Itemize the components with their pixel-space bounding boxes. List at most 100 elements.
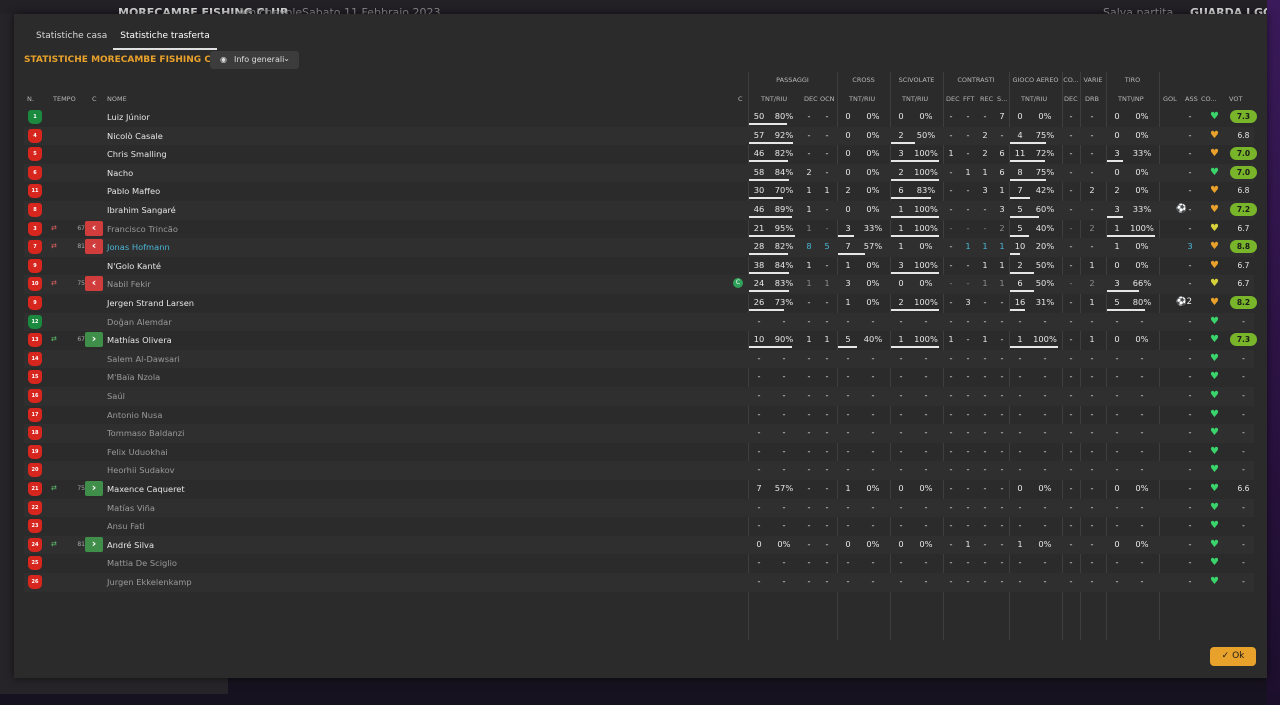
col-ocn[interactable]: OCN — [820, 95, 835, 103]
table-row[interactable]: 4 Nicolò Casale 57 92% - - 0 0% 2 50% - - 2 - 4 75% - - 0 0… — [24, 126, 1254, 146]
player-name[interactable]: Maxence Caqueret — [107, 484, 185, 494]
table-row[interactable]: 6 Nacho 58 84% 2-0 0% 2 100% -1 1 6 8 75% - -0 0% - ♥ 7.0 — [24, 163, 1257, 183]
cross-pct: 0% — [866, 538, 880, 549]
col-pass[interactable]: TNT/RIU — [761, 95, 787, 103]
table-row[interactable]: 15 M'Baïa Nzola - - - - - - - - - - - - - - - - - - - ♥ - — [24, 368, 1254, 387]
player-name[interactable]: M'Baïa Nzola — [107, 372, 160, 382]
col-c2[interactable]: C — [738, 95, 743, 103]
col-tempo[interactable]: TEMPO — [53, 95, 76, 103]
player-name[interactable]: André Silva — [107, 540, 154, 550]
player-name[interactable]: Heorhii Sudakov — [107, 465, 175, 475]
ocn: - — [825, 390, 829, 400]
rating-badge: - — [1242, 428, 1245, 438]
tab-home-stats[interactable]: Statistiche casa — [36, 22, 107, 50]
table-row[interactable]: 3 ⇄ 67 ‹ Francisco Trincão 21 95% 1-3 33% 1 100% - -… — [24, 220, 1254, 239]
table-row[interactable]: 13 ⇄ 67 › Mathías Olivera 10 90% 1 1 5 40% 1 100% 1-1… — [24, 331, 1257, 350]
player-name[interactable]: Pablo Maffeo — [107, 186, 160, 196]
heart-icon: ♥ — [1210, 501, 1219, 513]
pass-bar — [749, 271, 790, 274]
col-ass[interactable]: ASS — [1185, 95, 1198, 103]
player-name[interactable]: Saúl — [107, 391, 125, 401]
col-nome[interactable]: NOME — [107, 95, 127, 103]
table-row[interactable]: 20 Heorhii Sudakov - - - - - - - - - - - - - - - - - - - ♥ - — [24, 461, 1254, 480]
player-name[interactable]: Jergen Strand Larsen — [107, 298, 194, 308]
table-row[interactable]: 16 Saúl - - - - - - - - - - - - - - - - - - - ♥ - — [24, 387, 1254, 406]
tiro-pct: 0% — [1135, 129, 1149, 140]
sciv-pct: - — [924, 371, 928, 382]
player-name[interactable]: Jurgen Ekkelenkamp — [107, 577, 192, 587]
col-aereo[interactable]: TNT/RIU — [1021, 95, 1047, 103]
col-fft[interactable]: FFT — [963, 95, 974, 103]
player-name[interactable]: Chris Smalling — [107, 149, 167, 159]
col-gol[interactable]: GOL — [1163, 95, 1177, 103]
table-row[interactable]: 24 ⇄ 81 › André Silva 0 0% - - 0 0% 0 0% - 1 - - 1 0% - - 0 0%… — [24, 535, 1254, 555]
player-name[interactable]: Antonio Nusa — [107, 410, 162, 420]
player-name[interactable]: Tommaso Baldanzi — [107, 428, 184, 438]
player-name[interactable]: Matías Viña — [107, 503, 155, 513]
tiro-tnt: - — [1115, 520, 1119, 531]
table-row[interactable]: 23 Ansu Fati - - - - - - - - - - - - - - - - - - - ♥ - — [24, 517, 1254, 536]
ocn: 5 — [824, 241, 830, 252]
player-name[interactable]: Ibrahim Sangaré — [107, 205, 176, 215]
col-rec[interactable]: REC — [980, 95, 993, 103]
player-name[interactable]: Doğan Alemdar — [107, 317, 172, 327]
col-cdec[interactable]: DEC — [946, 95, 960, 103]
table-row[interactable]: 8 Ibrahim Sangaré 46 89% 1 - 0 0% 1 100% - - - 3 5 60% -… — [24, 201, 1257, 220]
table-row[interactable]: 25 Mattia De Sciglio - - - - - - - - - - - - - - - - - - - ♥ - — [24, 554, 1254, 573]
col-n[interactable]: N. — [27, 95, 34, 103]
fft: - — [966, 278, 970, 289]
shirt-number: 3 — [28, 221, 42, 236]
pass-bar — [749, 216, 792, 218]
cross-tnt: - — [846, 445, 850, 456]
view-dropdown[interactable]: ◉ Info generali ⌄ — [210, 51, 299, 69]
assists: - — [1188, 129, 1192, 140]
codec: - — [1069, 390, 1073, 400]
ass: - — [1188, 371, 1192, 382]
player-name[interactable]: Salem Al-Dawsari — [107, 354, 180, 364]
table-row[interactable]: 7 ⇄ 81 ‹ Jonas Hofmann 28 82% 8 5 7 57% 1 0% -1 1 1 10 20… — [24, 238, 1257, 257]
player-name[interactable]: Nacho — [107, 168, 133, 178]
pass-tnt: 10 — [753, 334, 765, 345]
col-tiro[interactable]: TNT\INP — [1118, 95, 1144, 103]
player-name[interactable]: Nicolò Casale — [107, 131, 163, 141]
player-name[interactable]: Francisco Trincão — [107, 224, 178, 234]
drb: - — [1090, 166, 1094, 177]
sciv-pct: - — [924, 464, 928, 475]
col-vot[interactable]: VOT — [1229, 95, 1242, 103]
col-pdec[interactable]: DEC — [804, 95, 818, 103]
table-row[interactable]: 12 Doğan Alemdar - - - - - - - - - - - - - - - - - - - ♥ - — [24, 312, 1254, 332]
table-row[interactable]: 18 Tommaso Baldanzi - - - - - - - - - - - - - - - - - - - ♥ - — [24, 424, 1254, 443]
ok-button[interactable]: ✓ Ok — [1210, 647, 1256, 666]
table-row[interactable]: 9 Jergen Strand Larsen 26 73% - - 1 0% 2 100% - 3 - -… — [24, 294, 1257, 313]
col-c[interactable]: C — [92, 95, 97, 103]
table-row[interactable]: 11 Pablo Maffeo 30 70% 1 1 2 0% 6 83% - -3 1 7 42% -2 2 0… — [24, 182, 1254, 201]
table-row[interactable]: 22 Matías Viña - - - - - - - - - - - - - - - - - - - ♥ - — [24, 498, 1254, 518]
player-name[interactable]: Mattia De Sciglio — [107, 558, 177, 568]
table-row[interactable]: 1 Luiz Júnior 50 80% - - 0 0% 0 0% - - - 7 0 0% - - 0 0% - ♥ 7… — [24, 108, 1257, 127]
table-row[interactable]: 19 Felix Uduokhai - - - - - - - - - - - - - - - - - - - ♥ - — [24, 443, 1254, 462]
col-drb[interactable]: DRB — [1085, 95, 1099, 103]
player-name[interactable]: N'Golo Kanté — [107, 261, 161, 271]
col-codec[interactable]: DEC — [1064, 95, 1078, 103]
player-name[interactable]: Felix Uduokhai — [107, 447, 168, 457]
player-name[interactable]: Mathías Olivera — [107, 335, 172, 345]
ass: - — [1188, 315, 1192, 326]
col-cross[interactable]: TNT/RIU — [849, 95, 875, 103]
table-row[interactable]: 9 N'Golo Kanté 38 84% 1-1 0% 3 100% - -1 1 2 50% -1 0 0… — [24, 257, 1254, 276]
table-row[interactable]: 5 Chris Smalling 46 82% - - 0 0% 3 100% 1 - 2 6 11 72% -… — [24, 145, 1257, 164]
table-row[interactable]: 21 ⇄ 75 › Maxence Caqueret 7 57% - - 1 0% 0 0% - - - - 0 0… — [24, 480, 1254, 499]
table-row[interactable]: 26 Jurgen Ekkelenkamp - - - - - - - - - - - - - - - - - - - ♥… — [24, 573, 1254, 592]
player-name[interactable]: Luiz Júnior — [107, 112, 150, 122]
player-name[interactable]: Jonas Hofmann — [107, 242, 170, 252]
sciv-pct: - — [924, 576, 928, 586]
col-sciv[interactable]: TNT/RIU — [902, 95, 928, 103]
tab-away-stats[interactable]: Statistiche trasferta — [113, 22, 217, 50]
col-co[interactable]: CO... — [1201, 95, 1217, 103]
table-row[interactable]: 10 ⇄ 75 ‹ Nabil Fekir C 24 83% 1 1 3 0% 0 0% - -1 1 6 50% -… — [24, 275, 1254, 294]
player-name[interactable]: Ansu Fati — [107, 521, 145, 531]
col-s[interactable]: S... — [997, 95, 1007, 103]
player-name[interactable]: Nabil Fekir — [107, 279, 151, 289]
table-row[interactable]: 17 Antonio Nusa - - - - - - - - - - - - - - - - - - - ♥ - — [24, 406, 1254, 425]
shirt-number: 10 — [28, 277, 42, 292]
table-row[interactable]: 14 Salem Al-Dawsari - - - - - - - - - - - - - - - - - - - ♥ - — [24, 349, 1254, 369]
